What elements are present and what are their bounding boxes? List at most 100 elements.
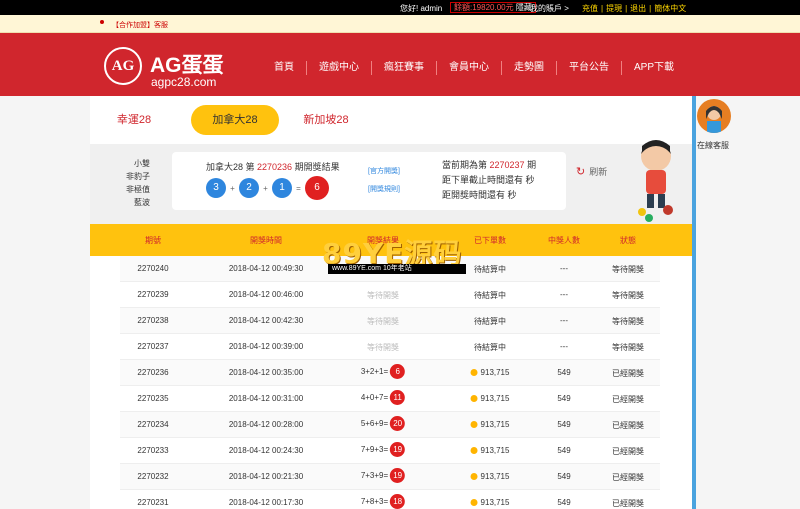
logout-link[interactable]: 退出 xyxy=(630,4,646,13)
row-winners: --- xyxy=(560,316,568,325)
row-winners: 549 xyxy=(557,368,571,377)
result-links: [官方開獎] [開獎規則] xyxy=(368,166,400,202)
plus-sign: + xyxy=(230,183,235,193)
coin-icon xyxy=(470,473,478,481)
right-edge-bar xyxy=(692,96,696,509)
row-result-formula: 7+9+3= xyxy=(360,445,389,454)
refresh-button[interactable]: ↻ 刷新 xyxy=(576,165,607,178)
table-row: 2270237 2018-04-12 00:39:00 等待開獎 待結算中 --- 等待開… xyxy=(120,334,660,360)
next-draw-info: 當前期為第 2270237 期 距下單截止時間還有 秒 距開獎時間還有 秒 xyxy=(442,158,536,203)
notice-dot-icon xyxy=(100,20,104,24)
logo-icon[interactable]: AG xyxy=(104,47,142,85)
official-draw-link[interactable]: [官方開獎] xyxy=(368,166,400,184)
draw-countdown: 距開獎時間還有 秒 xyxy=(442,190,517,200)
table-row: 2270235 2018-04-12 00:31:00 4+0+7= 11 913,71… xyxy=(120,386,660,412)
row-issue: 2270236 xyxy=(137,368,169,377)
row-orders: 913,715 xyxy=(470,446,509,455)
nav-member[interactable]: 會員中心 xyxy=(436,61,501,75)
coin-icon xyxy=(470,395,478,403)
mascot-icon xyxy=(638,140,673,222)
tab-lucky28[interactable]: 幸運28 xyxy=(90,105,178,135)
nav-events[interactable]: 瘋狂賽事 xyxy=(371,61,436,75)
row-issue: 2270235 xyxy=(137,394,169,403)
nav-trend[interactable]: 走勢圖 xyxy=(501,61,556,75)
row-issue: 2270240 xyxy=(137,264,169,273)
tab-canada28[interactable]: 加拿大28 xyxy=(191,105,279,135)
row-result-sum: 19 xyxy=(390,442,406,457)
row-result-formula: 7+8+3= xyxy=(360,497,389,506)
tab-singapore28[interactable]: 新加坡28 xyxy=(282,105,370,135)
row-status: 已經開獎 xyxy=(612,421,644,430)
nav-home[interactable]: 首頁 xyxy=(262,61,306,75)
service-label: 在線客服 xyxy=(697,141,729,150)
draw-rules-link[interactable]: [開獎規則] xyxy=(368,184,400,202)
row-orders-value: 913,715 xyxy=(480,472,510,481)
row-issue: 2270231 xyxy=(137,498,169,507)
result-title: 加拿大28 第 2270236 期開獎結果 xyxy=(206,160,340,173)
latest-result-box: 加拿大28 第 2270236 期開獎結果 3 + 2 + 1 = 6 [官方開… xyxy=(172,152,566,210)
row-result-formula: 7+3+9= xyxy=(360,471,389,480)
notice-bar: 【合作加盟】客服 xyxy=(0,15,800,33)
row-status: 已經開獎 xyxy=(612,447,644,456)
refresh-icon: ↻ xyxy=(576,166,586,178)
logo-url: agpc28.com xyxy=(151,75,217,89)
col-status: 狀態 xyxy=(620,236,636,245)
row-winners: --- xyxy=(560,342,568,351)
attr-label: 藍波 xyxy=(134,198,150,207)
my-account-link[interactable]: 我的賬戶 > xyxy=(530,3,569,14)
row-winners: 549 xyxy=(557,498,571,507)
coin-icon xyxy=(470,421,478,429)
row-orders-value: 913,715 xyxy=(480,420,510,429)
top-bar: 您好! admin 餘額:19820.00元 隱藏 我的賬戶 > 充值 | 提現 | 退… xyxy=(0,0,800,15)
row-result: 等待開獎 xyxy=(367,343,399,352)
row-status: 等待開獎 xyxy=(612,343,644,352)
attr-label: 小雙 xyxy=(134,159,150,168)
row-orders-value: 913,715 xyxy=(480,498,510,507)
row-draw-time: 2018-04-12 00:17:30 xyxy=(228,498,304,507)
language-link[interactable]: 簡体中文 xyxy=(654,4,686,13)
row-winners: --- xyxy=(560,290,568,299)
greeting-text: 您好! admin xyxy=(400,4,443,13)
row-orders: 待結算中 xyxy=(474,291,506,300)
row-draw-time: 2018-04-12 00:46:00 xyxy=(228,290,304,299)
top-links: 充值 | 提現 | 退出 | 簡体中文 xyxy=(582,3,689,14)
current-issue-prefix: 當前期為第 xyxy=(442,160,490,170)
equals-sign: = xyxy=(296,183,301,193)
current-issue-text: 當前期為第 2270237 期 xyxy=(442,158,536,173)
row-winners: 549 xyxy=(557,394,571,403)
notice-text[interactable]: 【合作加盟】客服 xyxy=(112,20,168,30)
result-title-prefix: 加拿大28 第 xyxy=(206,162,258,172)
nav-app-download[interactable]: APP下載 xyxy=(621,61,686,75)
row-draw-time: 2018-04-12 00:42:30 xyxy=(228,316,304,325)
result-ball: 1 xyxy=(272,178,292,198)
separator: | xyxy=(625,4,628,13)
col-issue: 期號 xyxy=(145,236,161,245)
row-result: 7+3+9= 19 xyxy=(360,468,406,483)
row-result: 7+8+3= 18 xyxy=(360,494,406,509)
service-avatar-icon xyxy=(697,99,731,133)
row-draw-time: 2018-04-12 00:31:00 xyxy=(228,394,304,403)
current-issue-number: 2270237 xyxy=(489,160,525,170)
row-draw-time: 2018-04-12 00:39:00 xyxy=(228,342,304,351)
separator: | xyxy=(649,4,652,13)
row-issue: 2270232 xyxy=(137,472,169,481)
result-ball: 2 xyxy=(239,178,259,198)
row-winners: 549 xyxy=(557,472,571,481)
watermark: 89YE源码 www.89YE.com 10年老站 xyxy=(322,232,472,276)
online-service[interactable]: 在線客服 xyxy=(694,96,734,156)
col-winners: 中獎人數 xyxy=(548,236,580,245)
row-issue: 2270237 xyxy=(137,342,169,351)
withdraw-link[interactable]: 提現 xyxy=(606,4,622,13)
row-orders: 913,715 xyxy=(470,472,510,481)
row-result: 3+2+1= 6 xyxy=(361,364,406,379)
watermark-url: www.89YE.com 10年老站 xyxy=(328,264,466,274)
table-row: 2270238 2018-04-12 00:42:30 等待開獎 待結算中 --- 等待開… xyxy=(120,308,660,334)
row-orders: 待結算中 xyxy=(474,317,506,326)
nav-games[interactable]: 遊戲中心 xyxy=(306,61,371,75)
row-draw-time: 2018-04-12 00:35:00 xyxy=(228,368,304,377)
row-winners: --- xyxy=(560,264,568,273)
row-issue: 2270238 xyxy=(137,316,169,325)
nav-announcements[interactable]: 平台公告 xyxy=(556,61,621,75)
deposit-link[interactable]: 充值 xyxy=(582,4,598,13)
row-result-formula: 4+0+7= xyxy=(360,393,389,402)
